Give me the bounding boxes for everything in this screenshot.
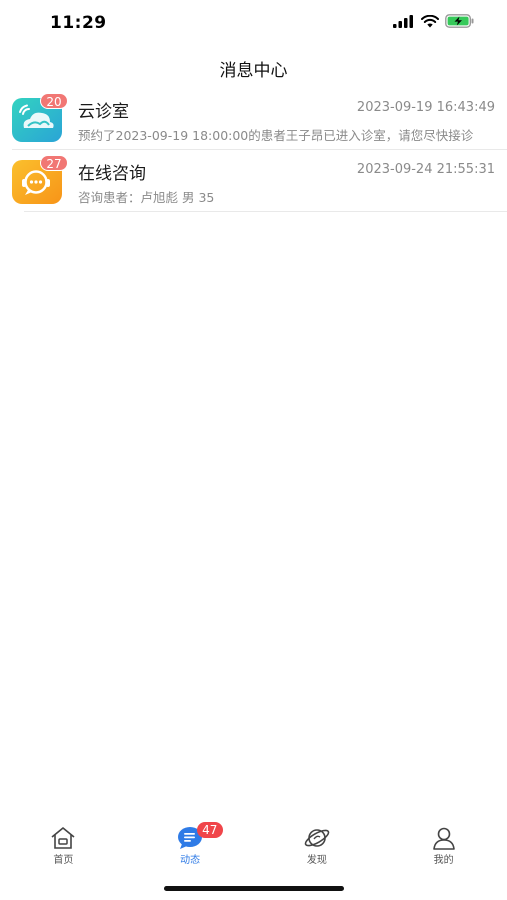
message-item-online-consult[interactable]: 27 在线咨询 2023-09-24 21:55:31 咨询患者：卢旭彪 男 3… — [0, 150, 507, 212]
message-time: 2023-09-24 21:55:31 — [356, 162, 495, 177]
message-time: 2023-09-19 16:43:49 — [356, 100, 495, 115]
tab-home[interactable]: 首页 — [0, 818, 127, 868]
tab-badge: 47 — [196, 822, 223, 838]
battery-icon — [445, 14, 474, 28]
divider — [24, 211, 507, 212]
wifi-icon — [421, 14, 439, 27]
home-icon — [51, 827, 75, 849]
unread-badge: 27 — [40, 155, 68, 171]
home-indicator[interactable] — [164, 886, 344, 891]
status-time: 11:29 — [50, 13, 107, 33]
tab-mine[interactable]: 我的 — [380, 818, 507, 868]
message-title: 在线咨询 — [78, 164, 146, 184]
message-preview: 咨询患者：卢旭彪 男 35 — [78, 190, 215, 205]
message-list: 20 云诊室 2023-09-19 16:43:49 预约了2023-09-19… — [0, 88, 507, 212]
tab-discover[interactable]: 发现 — [254, 818, 381, 868]
status-bar: 11:29 — [0, 0, 507, 46]
message-title: 云诊室 — [78, 102, 129, 122]
tab-label: 首页 — [53, 855, 74, 866]
unread-badge: 20 — [40, 93, 68, 109]
person-icon — [432, 827, 455, 850]
message-item-cloud-clinic[interactable]: 20 云诊室 2023-09-19 16:43:49 预约了2023-09-19… — [0, 88, 507, 150]
page-title: 消息中心 — [219, 61, 288, 81]
signal-icon — [393, 14, 413, 28]
tab-bar: 首页 47 动态 发现 我的 — [0, 818, 507, 868]
tab-label: 我的 — [433, 855, 454, 866]
planet-icon — [304, 829, 330, 847]
tab-label: 动态 — [180, 855, 201, 866]
tab-label: 发现 — [306, 855, 327, 866]
status-icons — [393, 14, 475, 28]
message-preview: 预约了2023-09-19 18:00:00的患者王子昂已进入诊室，请您尽快接诊 — [78, 128, 474, 143]
tab-dynamic[interactable]: 47 动态 — [127, 818, 254, 868]
